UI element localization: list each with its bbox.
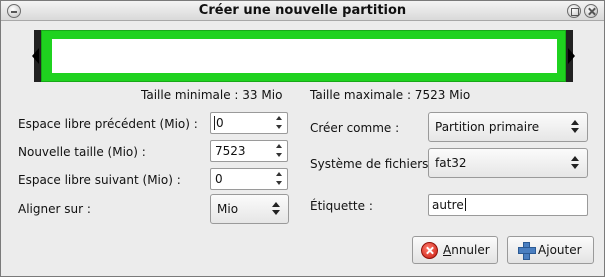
title-bar[interactable]: Créer une nouvelle partition <box>1 1 604 21</box>
align-value: Mio <box>217 202 239 216</box>
resize-handle-left[interactable] <box>32 30 41 82</box>
free-before-spin[interactable]: 0 <box>210 112 288 134</box>
label-input[interactable]: autre <box>428 194 588 216</box>
label-input-value: autre <box>432 198 466 212</box>
min-size-label: Taille minimale : 33 Mio <box>141 88 283 102</box>
close-icon[interactable] <box>584 4 598 18</box>
combo-arrows-icon <box>571 120 579 134</box>
free-before-label: Espace libre précédent (Mio) : <box>18 117 198 131</box>
free-before-value: 0 <box>214 116 224 130</box>
partition-resizer[interactable] <box>32 30 575 82</box>
window-title: Créer une nouvelle partition <box>198 3 407 18</box>
create-as-label: Créer comme : <box>310 121 400 135</box>
create-as-combo[interactable]: Partition primaire <box>428 112 588 142</box>
resize-handle-right[interactable] <box>566 30 575 82</box>
partition-bar[interactable] <box>41 30 566 82</box>
label-field-label: Étiquette : <box>310 199 373 213</box>
arrow-right-icon <box>568 48 575 64</box>
combo-arrows-icon <box>272 202 280 216</box>
spin-arrows-icon[interactable] <box>275 171 285 187</box>
add-icon <box>518 242 536 260</box>
free-after-spin[interactable]: 0 <box>210 168 288 190</box>
align-combo[interactable]: Mio <box>210 194 289 224</box>
free-after-value: 0 <box>215 172 223 186</box>
cancel-button[interactable]: Annuler <box>412 236 498 264</box>
maximize-icon[interactable] <box>567 4 581 18</box>
arrow-left-icon <box>32 48 39 64</box>
new-size-value: 7523 <box>215 144 246 158</box>
filesystem-label: Système de fichiers : <box>310 157 437 171</box>
new-size-label: Nouvelle taille (Mio) : <box>18 145 146 159</box>
create-as-value: Partition primaire <box>435 120 540 134</box>
dialog-window: Créer une nouvelle partition Taille mini… <box>0 0 605 277</box>
max-size-label: Taille maximale : 7523 Mio <box>310 88 471 102</box>
add-button[interactable]: Ajouter <box>507 236 594 264</box>
combo-arrows-icon <box>571 156 579 170</box>
cancel-button-label: Annuler <box>443 243 490 257</box>
add-button-label: Ajouter <box>538 243 582 257</box>
free-after-label: Espace libre suivant (Mio) : <box>18 173 181 187</box>
partition-bar-fill <box>52 39 557 73</box>
new-size-spin[interactable]: 7523 <box>210 140 288 162</box>
align-label: Aligner sur : <box>18 202 91 216</box>
filesystem-value: fat32 <box>435 156 467 170</box>
filesystem-combo[interactable]: fat32 <box>428 148 588 178</box>
spin-arrows-icon[interactable] <box>275 115 285 131</box>
spin-arrows-icon[interactable] <box>275 143 285 159</box>
cancel-icon <box>421 242 438 259</box>
